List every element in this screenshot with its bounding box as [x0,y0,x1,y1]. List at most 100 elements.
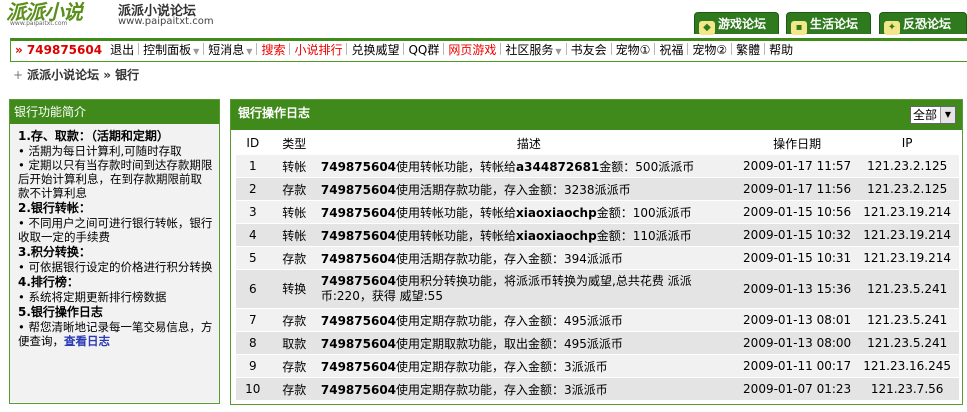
view-log-link[interactable]: 查看日志 [64,334,110,348]
row-user[interactable]: 749875604 [321,337,396,351]
section-title: 1.存、取款：（活期和定期） [18,129,169,143]
nav-item[interactable]: 控制面板 ▼ [139,41,203,61]
section-text: • 帮您清晰地记录每一笔交易信息，方便查询，查看日志 [18,320,213,348]
nav-item-label: 社区服务 [505,43,554,57]
nav-item[interactable]: 繁體 [732,41,764,60]
row-desc-text: 使用定期存款功能，存入金额：3派派币 [396,359,608,374]
section-title: 5.银行操作日志 [18,305,103,319]
nav-item-label: QQ群 [408,43,440,57]
row-user[interactable]: 749875604 [321,229,396,243]
row-description: 749875604使用转帐功能，转帐给xiaoxiaochp金额：100派派币 [318,200,739,223]
row-date: 2009-01-15 10:31 [738,246,856,269]
site-header: 派派小说 www.paipaitxt.com 派派小说论坛 www.paipai… [0,0,967,38]
nav-item[interactable]: 退出 [106,41,138,60]
row-type: 存款 [269,246,319,269]
nav-item[interactable]: 网页游戏 [444,41,500,60]
row-id: 3 [236,200,270,223]
nav-item[interactable]: 小说排行 [290,41,346,60]
table-row: 4 转帐 749875604使用转帐功能，转帐给xiaoxiaochp金额：110派… [236,223,959,246]
row-type: 存款 [269,177,319,200]
row-ip: 121.23.2.125 [855,177,959,200]
row-id: 8 [236,331,270,354]
site-logo[interactable]: 派派小说 www.paipaitxt.com [2,0,112,30]
row-type: 转帐 [269,154,319,177]
chevron-down-icon: ▼ [246,47,253,56]
row-description: 749875604使用转帐功能，转帐给xiaoxiaochp金额：110派派币 [318,223,739,246]
row-user[interactable]: 749875604 [321,383,396,397]
bank-log-title: 银行操作日志 [238,106,311,120]
tab-game-label: 游戏论坛 [718,17,767,31]
row-desc-rest: 金额：100派派币 [596,205,692,220]
row-ip: 121.23.7.56 [855,377,959,400]
nav-item-label: 退出 [110,43,135,57]
nav-item[interactable]: 搜索 [257,41,289,60]
nav-item[interactable]: 书友会 [567,41,611,60]
row-desc-text: 使用定期存款功能，存入金额：495派派币 [396,313,623,328]
row-id: 4 [236,223,270,246]
tab-life-label: 生活论坛 [810,17,859,31]
nav-item-label: 兑换威望 [351,43,400,57]
row-description: 749875604使用定期存款功能，存入金额：495派派币 [318,308,739,331]
nav-item[interactable]: 宠物① [612,41,655,60]
row-user[interactable]: 749875604 [321,160,396,174]
breadcrumb: + 派派小说论坛 » 银行 [13,66,139,83]
row-target-user[interactable]: a344872681 [516,160,599,174]
nav-item[interactable]: 宠物② [688,41,731,60]
row-ip: 121.23.19.214 [855,200,959,223]
row-type: 转换 [269,269,319,308]
nav-item-label: 书友会 [570,43,607,57]
row-desc-text: 使用活期存款功能，存入金额：394派派币 [396,251,623,266]
nav-item[interactable]: QQ群 [404,41,443,60]
row-user[interactable]: 749875604 [321,274,396,288]
nav-item[interactable]: 兑换威望 [347,41,403,60]
nav-item-label: 帮助 [769,43,794,57]
row-ip: 121.23.16.245 [855,354,959,377]
section-line-text: • 活期为每日计算利,可随时存取 [18,144,182,158]
row-user[interactable]: 749875604 [321,252,396,266]
tab-life-forum[interactable]: ▪ 生活论坛 [786,12,871,35]
dropdown-arrow-icon[interactable]: ▼ [940,107,955,123]
log-filter-select[interactable]: 全部 ▼ [910,106,956,124]
row-target-user[interactable]: xiaoxiaochp [516,229,597,243]
bank-log-table: ID 类型 描述 操作日期 IP 1 转帐 749875604使用转帐功能，转帐给a… [236,132,959,400]
row-user[interactable]: 749875604 [321,183,396,197]
nav-item-label: 宠物① [615,43,651,57]
nav-user-link[interactable]: » 749875604 [11,41,106,60]
row-ip: 121.23.5.241 [855,331,959,354]
row-user[interactable]: 749875604 [321,360,396,374]
table-row: 10 存款 749875604使用定期存款功能，存入金额：3派派币 2009-01-0… [236,377,959,400]
nav-item-label: 控制面板 [143,43,192,57]
row-type: 取款 [269,331,319,354]
expand-icon[interactable]: + [13,68,23,82]
chat-icon: ▪ [791,21,807,35]
nav-item[interactable]: 祝福 [655,41,687,60]
bank-info-panel: 银行功能简介 1.存、取款：（活期和定期） • 活期为每日计算利,可随时存取 • 定… [9,99,220,404]
row-desc-rest: 金额：110派派币 [596,228,692,243]
row-user[interactable]: 749875604 [321,314,396,328]
tab-game-forum[interactable]: ◆ 游戏论坛 [694,12,779,35]
logo-url: www.paipaitxt.com [10,20,68,27]
row-user[interactable]: 749875604 [321,206,396,220]
breadcrumb-text[interactable]: 派派小说论坛 » 银行 [27,68,139,82]
row-id: 7 [236,308,270,331]
table-row: 5 存款 749875604使用活期存款功能，存入金额：394派派币 2009-01-… [236,246,959,269]
row-date: 2009-01-13 08:01 [738,308,856,331]
nav-item[interactable]: 社区服务 ▼ [501,41,565,61]
row-id: 5 [236,246,270,269]
nav-item[interactable]: 帮助 [765,41,797,60]
tab-cs-forum[interactable]: ✦ 反恐论坛 [879,12,967,35]
row-date: 2009-01-15 10:56 [738,200,856,223]
bank-log-header: 银行操作日志 全部 ▼ [231,100,962,130]
row-target-user[interactable]: xiaoxiaochp [516,206,597,220]
top-nav-bar: » 749875604 退出 控制面板 ▼ 短消息 ▼ 搜索 小说排行 兑换威望 QQ群 网页游戏社… [10,38,967,62]
row-type: 存款 [269,377,319,400]
col-id: ID [236,132,270,154]
row-desc-text: 使用转帐功能，转帐给 [396,159,517,174]
row-desc-text: 使用转帐功能，转帐给 [396,205,517,220]
row-id: 9 [236,354,270,377]
section-line-text: • 帮您清晰地记录每一笔交易信息，方便查询， [18,320,213,348]
nav-item-label: 短消息 [208,43,245,57]
row-description: 749875604使用积分转换功能，将派派币转换为威望,总共花费 派派币:220… [318,269,739,308]
row-desc-text: 使用定期存款功能，存入金额：3派派币 [396,382,608,397]
nav-item[interactable]: 短消息 ▼ [204,41,256,61]
